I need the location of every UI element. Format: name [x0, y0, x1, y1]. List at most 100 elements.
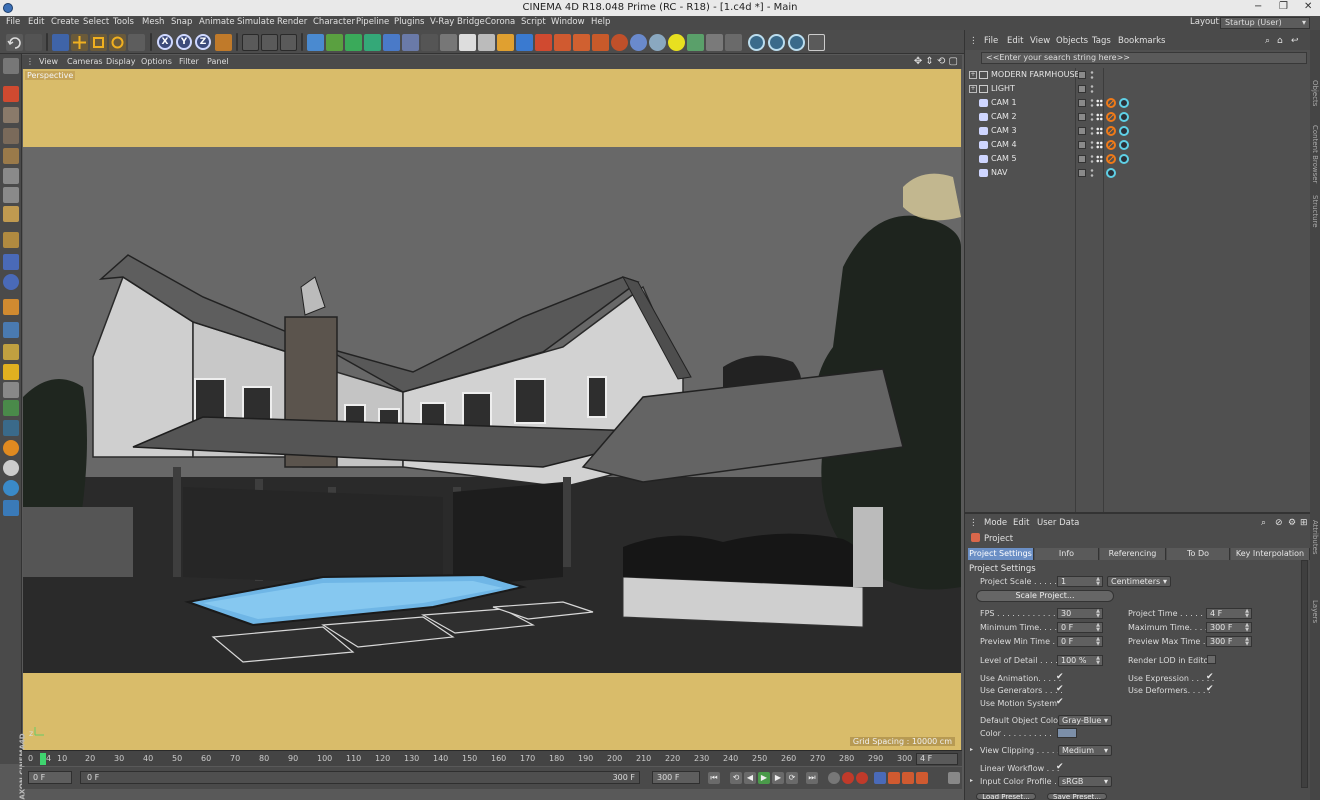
protection-tag-icon[interactable]	[1106, 154, 1116, 164]
use-animation-checkbox[interactable]: ✔	[1056, 673, 1065, 682]
home-icon[interactable]: ⌂	[1277, 36, 1283, 46]
globe-icon[interactable]	[3, 460, 19, 476]
use-generators-checkbox[interactable]: ✔	[1056, 685, 1065, 694]
paint-icon[interactable]	[3, 299, 19, 315]
floor-icon[interactable]	[402, 34, 419, 51]
go-to-start-button[interactable]: ⏮	[708, 772, 720, 784]
om-menu-tags[interactable]: Tags	[1092, 36, 1111, 46]
spinner-icon[interactable]: ▲ ▼	[1096, 637, 1100, 647]
previous-key-button[interactable]: ⟲	[730, 772, 742, 784]
viewport-menu-cameras[interactable]: Cameras	[67, 57, 103, 66]
preview-min-time-input[interactable]: 0 F ▲ ▼	[1057, 636, 1103, 647]
tweak-mode-icon[interactable]	[3, 254, 19, 270]
lock-icon[interactable]: ⊘	[1275, 518, 1283, 528]
protection-tag-icon[interactable]	[1106, 126, 1116, 136]
target-tag-icon[interactable]	[1096, 155, 1103, 163]
vray-sun-icon[interactable]	[497, 34, 514, 51]
menu-simulate[interactable]: Simulate	[237, 17, 275, 27]
vray-dome-icon[interactable]	[516, 34, 533, 51]
viewport-menu-options[interactable]: Options	[141, 57, 172, 66]
go-to-end-button[interactable]: ⏭	[806, 772, 818, 784]
menu-script[interactable]: Script	[521, 17, 546, 27]
y-axis-lock-button[interactable]: Y	[176, 34, 192, 50]
current-frame-field[interactable]: 4 F	[916, 753, 958, 765]
sketch-icon[interactable]	[725, 34, 742, 51]
render-visibility-dots[interactable]	[1090, 126, 1094, 136]
corona-sky-icon[interactable]	[611, 34, 628, 51]
next-frame-button[interactable]: ▶	[772, 772, 784, 784]
menu-tools[interactable]: Tools	[113, 17, 134, 27]
move-icon[interactable]	[71, 34, 88, 51]
om-menu-view[interactable]: View	[1030, 36, 1050, 46]
python-icon[interactable]	[748, 34, 765, 51]
expand-icon[interactable]: +	[969, 71, 977, 79]
physical-camera-tag-icon[interactable]	[1119, 126, 1129, 136]
solo-icon[interactable]	[3, 382, 19, 398]
grid-icon[interactable]	[3, 322, 19, 338]
visibility-toggle[interactable]	[1078, 155, 1086, 163]
redo-icon[interactable]	[25, 34, 42, 51]
viewport-menu-icon[interactable]: ⋮	[26, 57, 34, 66]
previous-frame-button[interactable]: ◀	[744, 772, 756, 784]
r-plugin-icon[interactable]	[3, 364, 19, 380]
physical-camera-tag-icon[interactable]	[1119, 154, 1129, 164]
shield-icon[interactable]	[3, 500, 19, 516]
corona-sun-icon[interactable]	[592, 34, 609, 51]
tab-referencing[interactable]: Referencing	[1100, 548, 1166, 560]
light-icon[interactable]	[440, 34, 457, 51]
rotation-key-icon[interactable]	[902, 772, 914, 784]
rotate-icon[interactable]	[109, 34, 126, 51]
om-menu-objects[interactable]: Objects	[1056, 36, 1088, 46]
physical-camera-tag-icon[interactable]	[1119, 112, 1129, 122]
corona-render-icon[interactable]	[535, 34, 552, 51]
subdivision-icon[interactable]	[345, 34, 362, 51]
render-view-icon[interactable]	[242, 34, 259, 51]
spinner-icon[interactable]: ▲ ▼	[1096, 577, 1100, 587]
side-tab-layers[interactable]: Layers	[1311, 600, 1319, 623]
spinner-icon[interactable]: ▲ ▼	[1096, 656, 1100, 666]
expand-arrow-icon[interactable]: ▸	[970, 746, 973, 753]
protection-tag-icon[interactable]	[1106, 112, 1116, 122]
menu-window[interactable]: Window	[551, 17, 585, 27]
pen-icon[interactable]	[326, 34, 343, 51]
am-menu-user-data[interactable]: User Data	[1037, 518, 1079, 528]
preview-range-slider[interactable]: 0 F 300 F	[80, 771, 640, 784]
visibility-toggle[interactable]	[1078, 169, 1086, 177]
level-of-detail-input[interactable]: 100 % ▲ ▼	[1057, 655, 1103, 666]
input-color-profile-select[interactable]: sRGB ▾	[1058, 776, 1112, 787]
am-menu-edit[interactable]: Edit	[1013, 518, 1029, 528]
end-frame-field[interactable]: 300 F	[652, 771, 700, 784]
cloner-icon[interactable]	[364, 34, 381, 51]
object-row-modern-farmhouse[interactable]: + MODERN FARMHOUSE	[965, 68, 1311, 82]
menu-select[interactable]: Select	[83, 17, 109, 27]
project-scale-unit-select[interactable]: Centimeters ▾	[1107, 576, 1171, 587]
object-row-nav[interactable]: NAV	[965, 166, 1311, 180]
object-row-cam-5[interactable]: CAM 5	[965, 152, 1311, 166]
sphere-icon[interactable]	[630, 34, 647, 51]
deformer-icon[interactable]	[383, 34, 400, 51]
menu-pipeline[interactable]: Pipeline	[356, 17, 389, 27]
parameter-key-icon[interactable]	[916, 772, 928, 784]
visibility-toggle[interactable]	[1078, 99, 1086, 107]
plugin-a-icon[interactable]	[768, 34, 785, 51]
viewport-menu-display[interactable]: Display	[106, 57, 136, 66]
viewport-navigation-icons[interactable]: ✥ ⇕ ⟲ ▢	[914, 56, 958, 67]
menu-corona[interactable]: Corona	[485, 17, 515, 27]
object-row-cam-1[interactable]: CAM 1	[965, 96, 1311, 110]
menu-create[interactable]: Create	[51, 17, 79, 27]
linear-workflow-checkbox[interactable]: ✔	[1056, 763, 1065, 772]
vray-icon[interactable]	[459, 34, 476, 51]
physical-camera-tag-icon[interactable]	[1119, 98, 1129, 108]
side-tab-content-browser[interactable]: Content Browser	[1311, 125, 1319, 183]
edges-mode-icon[interactable]	[3, 187, 19, 203]
color-swatch[interactable]	[1057, 728, 1077, 738]
protection-tag-icon[interactable]	[1106, 98, 1116, 108]
new-window-icon[interactable]: ⊞	[1300, 518, 1308, 528]
om-menu-edit[interactable]: Edit	[1007, 36, 1023, 46]
scatter-icon[interactable]	[687, 34, 704, 51]
snapping-icon[interactable]	[3, 274, 19, 290]
menu-render[interactable]: Render	[277, 17, 307, 27]
timeline-window-icon[interactable]	[948, 772, 960, 784]
menu-file[interactable]: File	[6, 17, 20, 27]
autokey-icon[interactable]	[842, 772, 854, 784]
